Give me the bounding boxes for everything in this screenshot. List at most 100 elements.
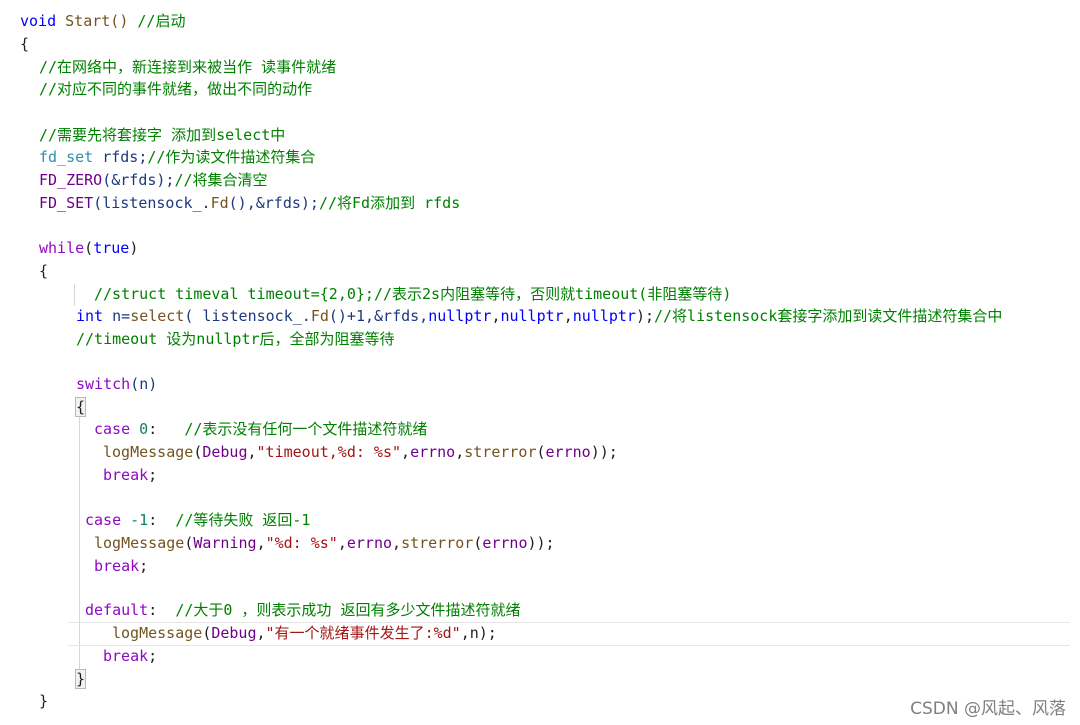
code-token: , <box>563 307 573 325</box>
code-token: while <box>39 239 85 257</box>
code-token: logMessage <box>112 624 203 642</box>
code-comment: //struct timeval timeout={2,0};//表示2s内阻塞… <box>94 285 732 303</box>
code-line[interactable]: break; <box>103 645 157 667</box>
code-token: strerror <box>464 443 537 461</box>
matched-brace: } <box>74 669 87 689</box>
code-token: errno <box>482 534 528 552</box>
code-token: Start() <box>56 12 138 30</box>
code-token: Fd <box>310 307 329 325</box>
code-token: 0 <box>139 420 149 438</box>
code-token: break <box>103 466 149 484</box>
code-token: true <box>93 239 130 257</box>
code-comment: //作为读文件描述符集合 <box>147 148 316 166</box>
code-line[interactable]: while(true) <box>39 237 138 259</box>
code-comment: //对应不同的事件就绪，做出不同的动作 <box>39 80 313 98</box>
code-token: , <box>256 624 266 642</box>
code-token: logMessage <box>94 534 185 552</box>
code-token: fd_set <box>39 148 94 166</box>
code-token: )); <box>527 534 555 552</box>
code-comment: //将集合清空 <box>174 171 268 189</box>
code-token: -1 <box>130 511 149 529</box>
code-line[interactable]: FD_SET(listensock_.Fd(),&rfds);//将Fd添加到 … <box>39 192 460 214</box>
code-token: , <box>392 534 402 552</box>
code-line[interactable]: void Start() //启动 <box>20 10 185 32</box>
code-token: ( <box>202 624 212 642</box>
code-token: ); <box>635 307 654 325</box>
code-token: : <box>148 420 185 438</box>
code-token: { <box>20 35 30 53</box>
code-token: (&rfds); <box>102 171 175 189</box>
code-line[interactable]: FD_ZERO(&rfds);//将集合清空 <box>39 169 268 191</box>
code-token: (),&rfds); <box>228 194 319 212</box>
code-token: FD_ZERO <box>39 171 103 189</box>
code-line[interactable]: } <box>39 690 48 712</box>
code-line[interactable]: { <box>39 260 48 282</box>
code-token: void <box>20 12 57 30</box>
code-token: ( <box>84 239 94 257</box>
code-line[interactable]: switch(n) <box>76 373 157 395</box>
code-comment: //需要先将套接字 添加到select中 <box>39 126 286 144</box>
code-token: : <box>148 511 176 529</box>
watermark: CSDN @风起、风落 <box>910 699 1066 719</box>
code-token: FD_SET <box>39 194 94 212</box>
code-token: strerror <box>401 534 474 552</box>
code-token: ( <box>184 534 194 552</box>
code-line[interactable]: default: //大于0 ，则表示成功 返回有多少文件描述符就绪 <box>85 599 520 621</box>
code-token: errno <box>545 443 591 461</box>
code-line[interactable]: break; <box>94 555 148 577</box>
code-token: logMessage <box>103 443 194 461</box>
code-token: , <box>247 443 257 461</box>
code-comment: //将Fd添加到 rfds <box>318 194 461 212</box>
matched-brace: { <box>74 397 87 417</box>
code-line[interactable]: int n=select( listensock_.Fd()+1,&rfds,n… <box>76 305 1002 327</box>
code-token: ( listensock_. <box>184 307 311 325</box>
code-token: : <box>148 601 176 619</box>
code-token: ( <box>536 443 546 461</box>
code-token: ( <box>193 443 203 461</box>
code-line[interactable]: } <box>74 668 87 690</box>
code-token: ) <box>129 239 139 257</box>
code-line[interactable]: logMessage(Debug,"timeout,%d: %s",errno,… <box>103 441 618 463</box>
code-token: ; <box>148 647 158 665</box>
code-token: ()+1,&rfds, <box>328 307 429 325</box>
code-line[interactable]: //对应不同的事件就绪，做出不同的动作 <box>39 78 312 100</box>
code-line[interactable]: case -1: //等待失败 返回-1 <box>85 509 310 531</box>
code-line[interactable]: case 0: //表示没有任何一个文件描述符就绪 <box>94 418 427 440</box>
code-line[interactable]: //需要先将套接字 添加到select中 <box>39 124 285 146</box>
code-token: errno <box>346 534 393 552</box>
code-token: Debug <box>211 624 257 642</box>
code-token: break <box>103 647 149 665</box>
code-token: ; <box>139 557 149 575</box>
code-token: Debug <box>202 443 248 461</box>
code-token: switch <box>76 375 131 393</box>
code-token: int <box>76 307 104 325</box>
code-line[interactable]: fd_set rfds;//作为读文件描述符集合 <box>39 146 315 168</box>
code-token: (n) <box>130 375 158 393</box>
code-line[interactable]: { <box>20 33 29 55</box>
code-token: )); <box>590 443 618 461</box>
code-token: Fd <box>210 194 229 212</box>
code-string: "timeout,%d: %s" <box>256 443 402 461</box>
code-string: "有一个就绪事件发生了:%d" <box>265 624 461 642</box>
code-line[interactable]: //在网络中，新连接到来被当作 读事件就绪 <box>39 56 336 78</box>
code-line[interactable]: //struct timeval timeout={2,0};//表示2s内阻塞… <box>94 283 731 305</box>
code-token: break <box>94 557 140 575</box>
code-token: ( <box>473 534 483 552</box>
code-editor[interactable]: void Start() //启动 { //在网络中，新连接到来被当作 读事件就… <box>0 0 1080 725</box>
code-token: nullptr <box>428 307 492 325</box>
code-line[interactable]: logMessage(Warning,"%d: %s",errno,strerr… <box>94 532 555 554</box>
code-line[interactable]: //timeout 设为nullptr后，全部为阻塞等待 <box>76 328 395 350</box>
code-token: , <box>401 443 411 461</box>
indent-guide <box>74 284 75 306</box>
code-token: default <box>85 601 149 619</box>
code-line[interactable]: { <box>74 396 87 418</box>
code-token: rfds; <box>93 148 148 166</box>
code-token: case <box>85 511 122 529</box>
code-line[interactable]: break; <box>103 464 157 486</box>
code-line[interactable]: logMessage(Debug,"有一个就绪事件发生了:%d",n); <box>112 622 497 644</box>
code-comment: //timeout 设为nullptr后，全部为阻塞等待 <box>76 330 395 348</box>
code-comment: //在网络中，新连接到来被当作 读事件就绪 <box>39 58 337 76</box>
code-token: nullptr <box>572 307 636 325</box>
